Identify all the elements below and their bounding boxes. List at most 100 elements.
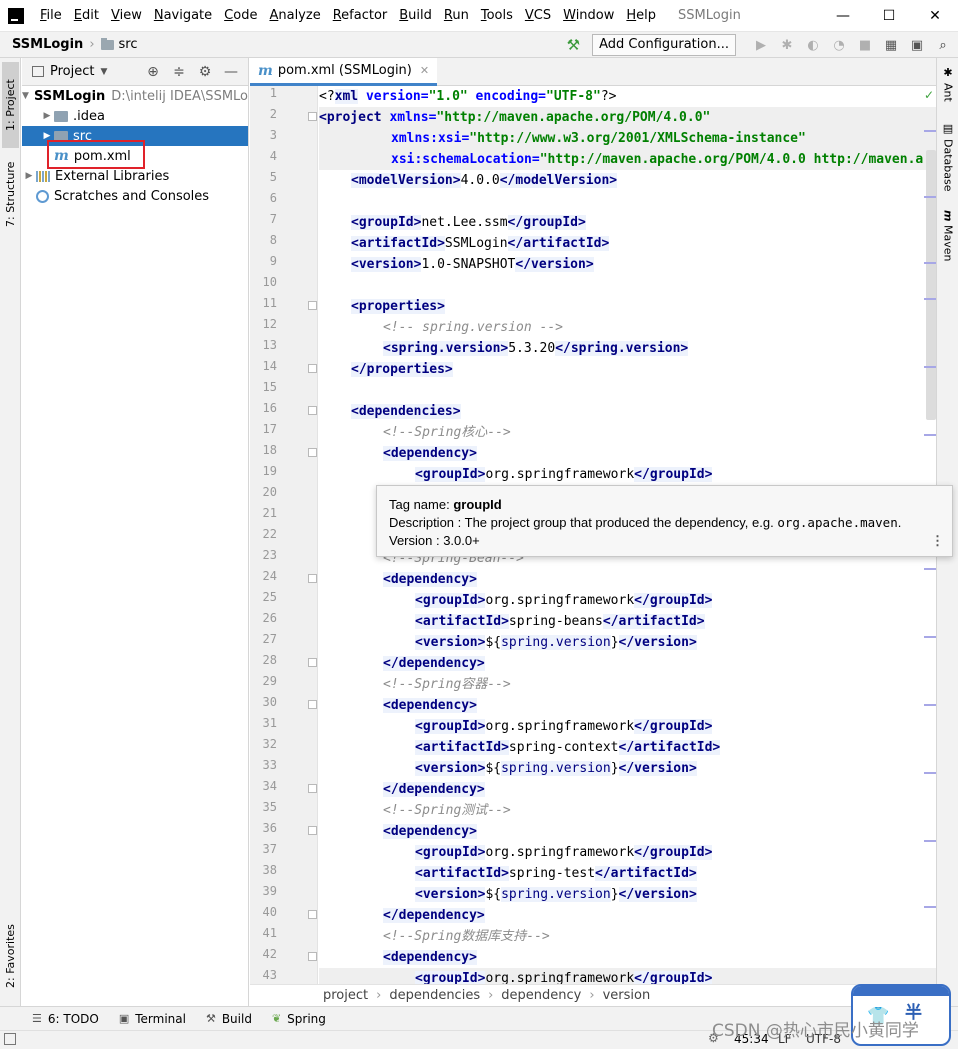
menu-build[interactable]: Build <box>393 0 438 32</box>
tab-todo[interactable]: ☰ 6: TODO <box>32 1012 99 1026</box>
menu-run[interactable]: Run <box>438 0 475 32</box>
scroll-marker[interactable] <box>924 568 936 570</box>
fold-marker-icon[interactable] <box>308 574 317 583</box>
scroll-marker[interactable] <box>924 196 936 198</box>
profile-icon[interactable]: ◔ <box>828 34 850 56</box>
tool-windows-icon[interactable] <box>4 1033 16 1045</box>
scroll-marker[interactable] <box>924 636 936 638</box>
close-tab-icon[interactable]: ✕ <box>420 64 429 77</box>
run-icon[interactable]: ▶ <box>750 34 772 56</box>
code-line-19: <groupId>org.springframework</groupId> <box>319 464 936 485</box>
close-button[interactable]: ✕ <box>912 0 958 32</box>
fold-marker-icon[interactable] <box>308 952 317 961</box>
line-number: 43 <box>262 968 277 982</box>
code-line-14: </properties> <box>319 359 936 380</box>
code-token: </artifactId> <box>595 866 697 881</box>
tab-ant[interactable]: ✱ Ant <box>939 66 957 110</box>
code-token: spring.version <box>501 635 611 650</box>
tab-build[interactable]: ⚒ Build <box>206 1012 252 1026</box>
menu-tools[interactable]: Tools <box>475 0 519 32</box>
stop-icon[interactable]: ■ <box>854 34 876 56</box>
expand-arrow-icon[interactable]: ▶ <box>40 111 54 121</box>
tree-item-external-libraries[interactable]: ▶ External Libraries <box>22 166 248 186</box>
locate-icon[interactable]: ⊕ <box>140 64 166 80</box>
menu-file[interactable]: File <box>34 0 68 32</box>
scroll-marker[interactable] <box>924 906 936 908</box>
minimize-button[interactable]: — <box>820 0 866 32</box>
breadcrumb-dependencies[interactable]: dependencies <box>389 988 480 1003</box>
collapse-all-icon[interactable]: ≑ <box>166 64 192 80</box>
scroll-marker[interactable] <box>924 366 936 368</box>
fold-marker-icon[interactable] <box>308 826 317 835</box>
menu-analyze[interactable]: Analyze <box>263 0 326 32</box>
code-token: 1.0-SNAPSHOT <box>421 257 516 272</box>
tab-maven[interactable]: m Maven <box>939 210 957 270</box>
fold-marker-icon[interactable] <box>308 700 317 709</box>
code-token: 4.0.0 <box>460 173 500 188</box>
code-token: </version> <box>618 887 697 902</box>
inspection-ok-icon[interactable]: ✓ <box>924 88 934 102</box>
fold-marker-icon[interactable] <box>308 364 317 373</box>
menu-edit[interactable]: Edit <box>68 0 105 32</box>
scroll-marker[interactable] <box>924 772 936 774</box>
search-icon[interactable]: ⌕ <box>932 34 954 56</box>
scratch-icon <box>36 189 49 203</box>
fold-marker-icon[interactable] <box>308 784 317 793</box>
fold-marker-icon[interactable] <box>308 112 317 121</box>
nav-project-name[interactable]: SSMLogin <box>12 37 83 52</box>
scroll-marker[interactable] <box>924 840 936 842</box>
tooltip-tag-name: groupId <box>453 497 502 512</box>
menu-help[interactable]: Help <box>620 0 662 32</box>
maven-icon: m <box>941 210 955 222</box>
project-structure-icon[interactable]: ▦ <box>880 34 902 56</box>
tab-structure[interactable]: 7: Structure <box>2 154 19 234</box>
fold-marker-icon[interactable] <box>308 301 317 310</box>
tab-favorites[interactable]: 2: Favorites <box>2 914 19 998</box>
menu-window[interactable]: Window <box>557 0 620 32</box>
code-line-34: </dependency> <box>319 779 936 800</box>
code-token: </groupId> <box>507 215 586 230</box>
maximize-button[interactable]: ☐ <box>866 0 912 32</box>
scroll-marker[interactable] <box>924 262 936 264</box>
breadcrumb-version[interactable]: version <box>603 988 651 1003</box>
gear-icon[interactable]: ⚙ <box>192 64 218 80</box>
breadcrumb-dependency[interactable]: dependency <box>501 988 581 1003</box>
debug-icon[interactable]: ✱ <box>776 34 798 56</box>
scroll-marker[interactable] <box>924 130 936 132</box>
tab-project[interactable]: 1: Project <box>2 62 19 148</box>
menu-code[interactable]: Code <box>218 0 263 32</box>
nav-folder-name[interactable]: src <box>119 37 138 52</box>
fold-marker-icon[interactable] <box>308 406 317 415</box>
tab-database[interactable]: ▤ Database <box>939 122 957 202</box>
build-hammer-icon[interactable]: ⚒ <box>567 36 580 54</box>
breadcrumb-project[interactable]: project <box>323 988 368 1003</box>
editor-tab-pom[interactable]: m pom.xml (SSMLogin) ✕ <box>250 58 438 86</box>
project-panel-title[interactable]: Project <box>50 64 94 79</box>
expand-arrow-icon[interactable]: ▶ <box>22 171 36 181</box>
more-options-icon[interactable]: ⋮ <box>931 532 944 550</box>
layout-icon[interactable]: ▣ <box>906 34 928 56</box>
scroll-marker[interactable] <box>924 298 936 300</box>
scroll-marker[interactable] <box>924 704 936 706</box>
code-line-24: <dependency> <box>319 569 936 590</box>
add-configuration-button[interactable]: Add Configuration... <box>592 34 736 56</box>
coverage-icon[interactable]: ◐ <box>802 34 824 56</box>
menu-vcs[interactable]: VCS <box>519 0 557 32</box>
tab-terminal[interactable]: ▣ Terminal <box>119 1012 186 1026</box>
tree-item-ssmlogin[interactable]: ▼ SSMLogin D:\intelij IDEA\SSMLo <box>22 86 248 106</box>
menu-refactor[interactable]: Refactor <box>327 0 394 32</box>
chevron-down-icon[interactable]: ▼ <box>100 67 107 77</box>
scroll-marker[interactable] <box>924 434 936 436</box>
fold-marker-icon[interactable] <box>308 910 317 919</box>
breadcrumb-separator: › <box>589 988 595 1003</box>
hide-panel-icon[interactable]: — <box>218 64 244 80</box>
menu-view[interactable]: View <box>105 0 148 32</box>
fold-marker-icon[interactable] <box>308 448 317 457</box>
fold-marker-icon[interactable] <box>308 658 317 667</box>
line-number: 13 <box>262 338 277 352</box>
menu-navigate[interactable]: Navigate <box>148 0 218 32</box>
tree-item-idea[interactable]: ▶ .idea <box>22 106 248 126</box>
expand-arrow-icon[interactable]: ▼ <box>22 91 29 101</box>
tree-item-scratches[interactable]: Scratches and Consoles <box>22 186 248 206</box>
tab-spring[interactable]: ❦ Spring <box>272 1012 326 1026</box>
